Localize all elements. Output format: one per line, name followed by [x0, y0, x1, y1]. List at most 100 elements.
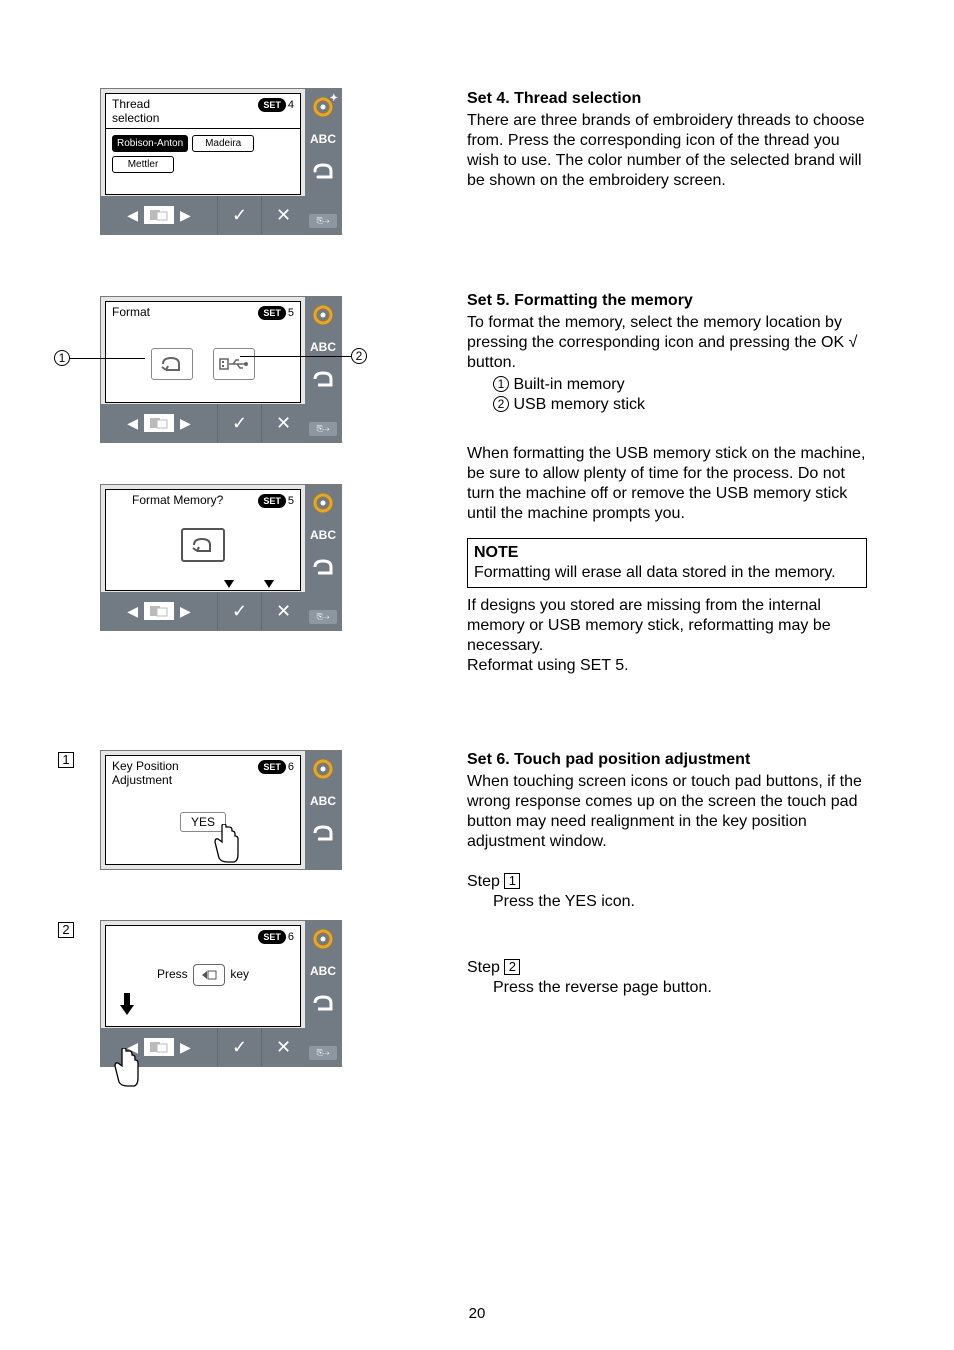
side-tabs: ✦ ABC ⎘⇢: [305, 89, 341, 234]
set-badge: SET: [258, 930, 286, 944]
cancel-button[interactable]: ✕: [261, 196, 305, 234]
step2-label: Step: [467, 959, 500, 976]
set-num: 5: [288, 307, 294, 319]
usb-tab-icon[interactable]: ⎘⇢: [309, 610, 337, 624]
thread-option-madeira[interactable]: Madeira: [192, 135, 254, 152]
bottom-bar: ◀ ▶ ✓ ✕: [101, 196, 305, 234]
set5-body4: Reformat using SET 5.: [467, 656, 867, 676]
set-badge: SET: [258, 306, 286, 320]
page-next-icon[interactable]: ▶: [180, 207, 191, 224]
page-indicator: [144, 414, 174, 432]
set6-body: When touching screen icons or touch pad …: [467, 772, 867, 852]
press-label: Press: [157, 967, 188, 981]
set6-heading: Set 6. Touch pad position adjustment: [467, 750, 867, 770]
circled-1: 1: [493, 376, 509, 392]
abc-tab[interactable]: ABC: [310, 789, 336, 813]
note-box: NOTE Formatting will erase all data stor…: [467, 538, 867, 588]
set5-heading: Set 5. Formatting the memory: [467, 291, 867, 311]
page-prev-icon[interactable]: ◀: [127, 415, 138, 432]
set4-heading: Set 4. Thread selection: [467, 89, 867, 109]
page-next-icon[interactable]: ▶: [180, 415, 191, 432]
cancel-button[interactable]: ✕: [261, 1028, 305, 1066]
return-tab-icon[interactable]: [310, 159, 336, 183]
set4-body: There are three brands of embroidery thr…: [467, 111, 867, 191]
pointer-hand-icon: [112, 1048, 142, 1088]
panel-title: Format Memory?: [132, 494, 223, 508]
callout-2: 2: [351, 348, 367, 364]
page-indicator: [144, 602, 174, 620]
page-number: 20: [0, 1305, 954, 1322]
abc-tab[interactable]: ABC: [310, 523, 336, 547]
confirm-arrow-1: [224, 580, 234, 588]
page-indicator: [144, 1038, 174, 1056]
ok-button[interactable]: ✓: [217, 1028, 261, 1066]
thread-option-mettler[interactable]: Mettler: [112, 156, 174, 173]
set-num: 6: [288, 761, 294, 773]
callout-1-line: [70, 358, 145, 359]
settings-tab-icon[interactable]: ✦: [310, 95, 336, 119]
note-body: Formatting will erase all data stored in…: [474, 563, 860, 583]
return-tab-icon[interactable]: [310, 367, 336, 391]
step1-label: Step: [467, 873, 500, 890]
down-arrow-icon: [120, 993, 134, 1020]
confirm-arrow-2: [264, 580, 274, 588]
usb-tab-icon[interactable]: ⎘⇢: [309, 422, 337, 436]
settings-tab-icon[interactable]: [310, 491, 336, 515]
return-tab-icon[interactable]: [310, 555, 336, 579]
screen-main: Key Position Adjustment SET6 YES: [105, 755, 301, 865]
abc-tab[interactable]: ABC: [310, 127, 336, 151]
format-screen: Format SET5 ABC ⎘⇢ ◀ ▶: [100, 296, 342, 443]
return-tab-icon[interactable]: [310, 821, 336, 845]
screen-main: Format SET5: [105, 301, 301, 403]
pointer-hand-icon: [212, 824, 242, 864]
page-prev-icon[interactable]: ◀: [127, 207, 138, 224]
thread-selection-screen: Thread selection SET4 Robison-Anton Made…: [100, 88, 342, 235]
step2-num: 2: [504, 959, 520, 975]
callout-1: 1: [54, 350, 70, 366]
ok-button[interactable]: ✓: [217, 196, 261, 234]
panel-title: Key Position Adjustment: [112, 760, 179, 788]
panel-title: Thread selection: [112, 98, 159, 126]
screen-main: Format Memory? SET5: [105, 489, 301, 591]
builtin-memory-button[interactable]: [151, 348, 193, 380]
cancel-button[interactable]: ✕: [261, 404, 305, 442]
set5-li1: Built-in memory: [513, 376, 624, 393]
page-next-icon[interactable]: ▶: [180, 1039, 191, 1056]
note-title: NOTE: [474, 543, 860, 563]
key-position-screen-2: SET6 Press key ABC ⎘⇢ ◀ ▶: [100, 920, 342, 1067]
usb-memory-button[interactable]: [213, 348, 255, 380]
abc-tab[interactable]: ABC: [310, 959, 336, 983]
screen-main: Thread selection SET4 Robison-Anton Made…: [105, 93, 301, 195]
page-next-icon[interactable]: ▶: [180, 603, 191, 620]
set5-body2: When formatting the USB memory stick on …: [467, 444, 867, 524]
settings-tab-icon[interactable]: [310, 303, 336, 327]
set-badge: SET: [258, 494, 286, 508]
ok-button[interactable]: ✓: [217, 592, 261, 630]
set-num: 4: [288, 99, 294, 111]
key-label: key: [230, 967, 249, 981]
settings-tab-icon[interactable]: [310, 757, 336, 781]
usb-tab-icon[interactable]: ⎘⇢: [309, 214, 337, 228]
set5-body3: If designs you stored are missing from t…: [467, 596, 867, 656]
ok-button[interactable]: ✓: [217, 404, 261, 442]
callout-2-line: [240, 356, 351, 357]
left-step-1: 1: [58, 752, 74, 768]
side-tabs: ABC ⎘⇢: [305, 297, 341, 442]
page-indicator: [144, 206, 174, 224]
set-num: 6: [288, 931, 294, 943]
cancel-button[interactable]: ✕: [261, 592, 305, 630]
set-num: 5: [288, 495, 294, 507]
left-step-2: 2: [58, 922, 74, 938]
panel-title: Format: [112, 306, 150, 320]
format-confirm-screen: Format Memory? SET5 ABC ⎘⇢ ◀ ▶: [100, 484, 342, 631]
circled-2: 2: [493, 396, 509, 412]
page-prev-icon[interactable]: ◀: [127, 603, 138, 620]
usb-tab-icon[interactable]: ⎘⇢: [309, 1046, 337, 1060]
return-tab-icon[interactable]: [310, 991, 336, 1015]
screen-main: SET6 Press key: [105, 925, 301, 1027]
step2-body: Press the reverse page button.: [493, 978, 867, 998]
settings-tab-icon[interactable]: [310, 927, 336, 951]
builtin-memory-icon: [181, 528, 225, 562]
set-badge: SET: [258, 760, 286, 774]
thread-option-robison[interactable]: Robison-Anton: [112, 135, 188, 152]
